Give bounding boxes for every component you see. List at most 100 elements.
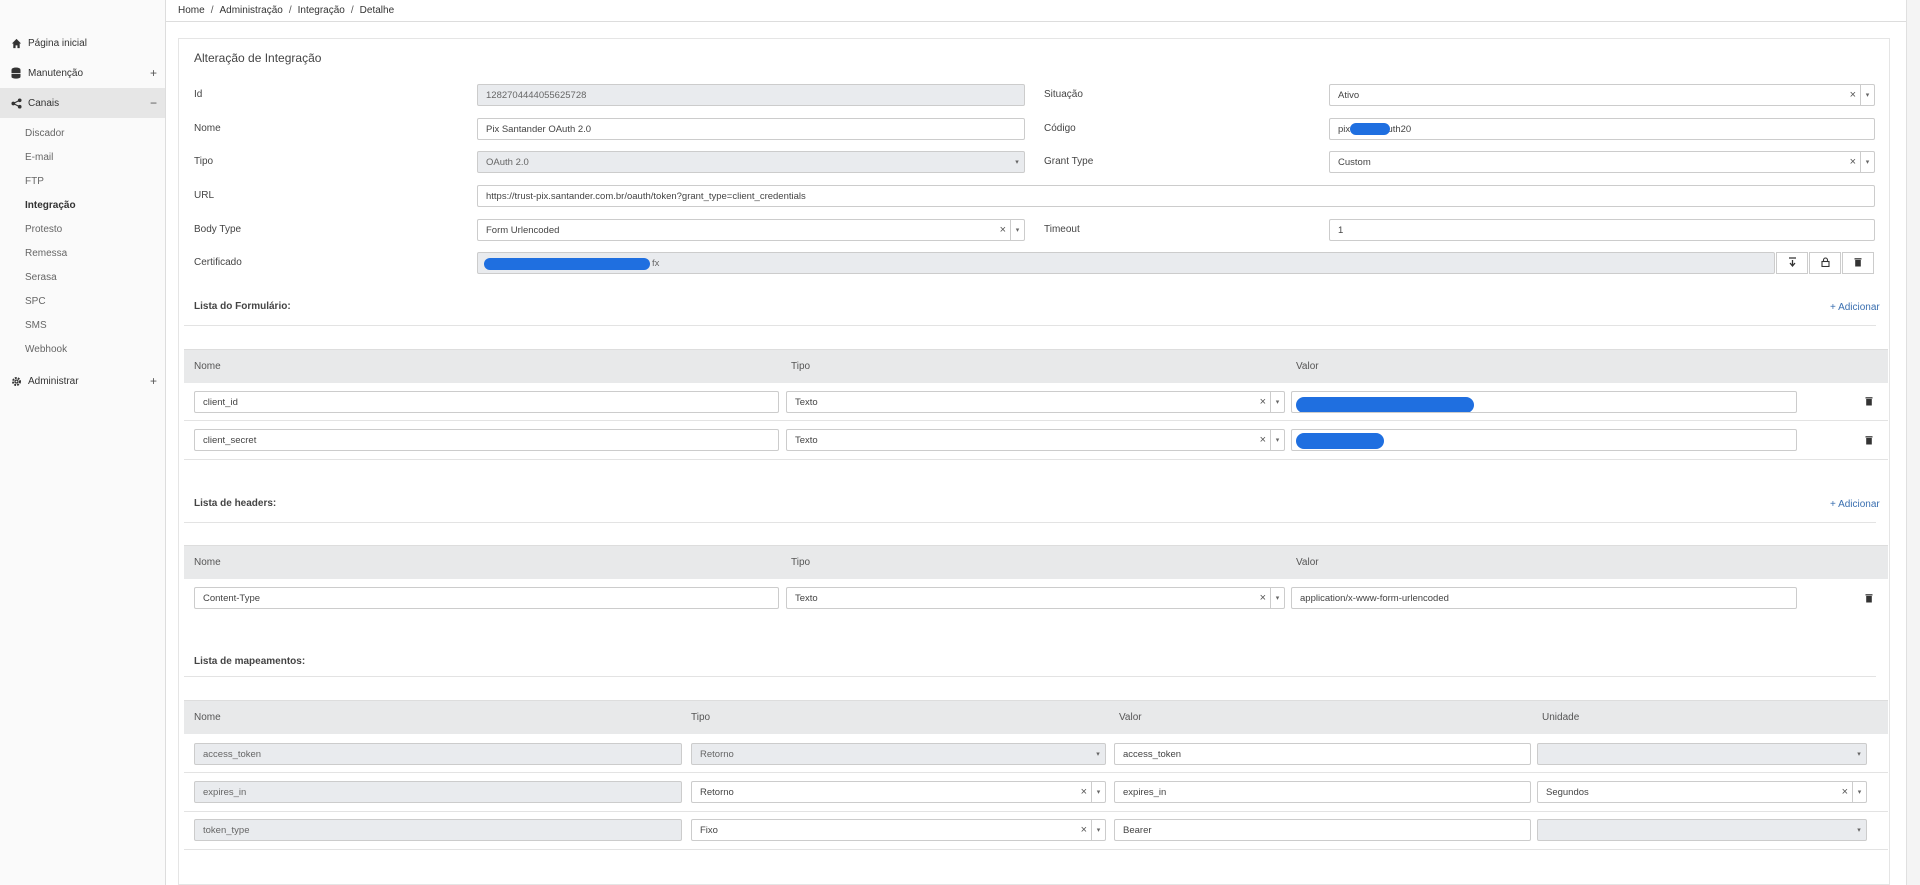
breadcrumb: Home / Administração / Integração / Deta… xyxy=(166,0,1920,22)
sidebar-item-canais[interactable]: Canais − xyxy=(0,88,165,118)
home-icon xyxy=(10,37,22,49)
header-row-1-nome-input[interactable]: Content-Type xyxy=(194,587,779,609)
sidebar-subitem-sms[interactable]: SMS xyxy=(0,314,165,338)
sidebar-subitem-integracao[interactable]: Integração xyxy=(0,194,165,218)
grant-type-select[interactable]: Custom × ▾ xyxy=(1329,151,1875,173)
mapeamento-row-2-valor-input[interactable]: expires_in xyxy=(1114,781,1531,803)
chevron-down-icon[interactable]: ▾ xyxy=(1270,430,1284,450)
sidebar-item-home[interactable]: Página inicial xyxy=(0,28,165,58)
add-header-link[interactable]: + Adicionar xyxy=(1830,499,1880,510)
column-header-valor: Valor xyxy=(1296,557,1319,568)
trash-icon[interactable] xyxy=(1865,593,1873,606)
share-icon xyxy=(10,97,22,109)
chevron-down-icon: ▾ xyxy=(1096,751,1100,758)
add-formulario-link[interactable]: + Adicionar xyxy=(1830,302,1880,313)
formulario-table-header: Nome Tipo Valor xyxy=(184,349,1888,383)
chevron-down-icon[interactable]: ▾ xyxy=(1010,220,1024,240)
sidebar-item-administrar[interactable]: Administrar + xyxy=(0,366,165,396)
mapeamento-row-3-valor-input[interactable]: Bearer xyxy=(1114,819,1531,841)
mapeamento-row-1-tipo-value: Retorno xyxy=(700,748,734,760)
situacao-select[interactable]: Ativo × ▾ xyxy=(1329,84,1875,106)
clear-icon[interactable]: × xyxy=(1842,786,1848,798)
mapeamento-row-1-unidade-select: ▾ xyxy=(1537,743,1867,765)
sidebar-item-manutencao[interactable]: Manutenção + xyxy=(0,58,165,88)
database-icon xyxy=(10,67,22,79)
clear-icon[interactable]: × xyxy=(1081,786,1087,798)
sidebar-subitem-email[interactable]: E-mail xyxy=(0,146,165,170)
clear-icon[interactable]: × xyxy=(1000,224,1006,236)
codigo-prefix: pix xyxy=(1338,123,1351,135)
formulario-row-2-tipo-select[interactable]: Texto × ▾ xyxy=(786,429,1285,451)
breadcrumb-home[interactable]: Home xyxy=(178,5,205,16)
sidebar-subitem-ftp[interactable]: FTP xyxy=(0,170,165,194)
formulario-row-2-nome-input[interactable]: client_secret xyxy=(194,429,779,451)
formulario-row-2-valor-input[interactable] xyxy=(1291,429,1797,451)
header-row-1-tipo-value: Texto xyxy=(795,592,818,604)
chevron-down-icon: ▾ xyxy=(1015,159,1019,166)
clear-icon[interactable]: × xyxy=(1850,156,1856,168)
clear-icon[interactable]: × xyxy=(1260,396,1266,408)
chevron-down-icon[interactable]: ▾ xyxy=(1860,85,1874,105)
headers-table-header: Nome Tipo Valor xyxy=(184,545,1888,579)
clear-icon[interactable]: × xyxy=(1850,89,1856,101)
mapeamento-row-1-valor-input[interactable]: access_token xyxy=(1114,743,1531,765)
trash-icon xyxy=(1854,257,1862,270)
chevron-down-icon[interactable]: ▾ xyxy=(1860,152,1874,172)
divider xyxy=(184,325,1876,326)
sidebar: Página inicial Manutenção + Canais − Dis… xyxy=(0,0,166,885)
expand-icon[interactable]: + xyxy=(150,374,157,388)
expand-icon[interactable]: + xyxy=(150,66,157,80)
breadcrumb-administracao[interactable]: Administração xyxy=(219,5,282,16)
chevron-down-icon[interactable]: ▾ xyxy=(1270,588,1284,608)
tipo-select: OAuth 2.0 ▾ xyxy=(477,151,1025,173)
formulario-section-title: Lista do Formulário: xyxy=(194,301,291,312)
breadcrumb-integracao[interactable]: Integração xyxy=(298,5,345,16)
column-header-valor: Valor xyxy=(1296,361,1319,372)
download-button[interactable] xyxy=(1776,252,1808,274)
chevron-down-icon[interactable]: ▾ xyxy=(1091,782,1105,802)
sidebar-subitem-protesto[interactable]: Protesto xyxy=(0,218,165,242)
sidebar-subitem-discador[interactable]: Discador xyxy=(0,122,165,146)
clear-icon[interactable]: × xyxy=(1081,824,1087,836)
sidebar-subitem-webhook[interactable]: Webhook xyxy=(0,338,165,362)
header-row-1-tipo-select[interactable]: Texto × ▾ xyxy=(786,587,1285,609)
sidebar-subitem-remessa[interactable]: Remessa xyxy=(0,242,165,266)
mapeamento-row-2-unidade-select[interactable]: Segundos × ▾ xyxy=(1537,781,1867,803)
codigo-input[interactable]: pix auth20 xyxy=(1329,118,1875,140)
body-type-select[interactable]: Form Urlencoded × ▾ xyxy=(477,219,1025,241)
url-input[interactable]: https://trust-pix.santander.com.br/oauth… xyxy=(477,185,1875,207)
chevron-down-icon[interactable]: ▾ xyxy=(1091,820,1105,840)
sidebar-item-label: Página inicial xyxy=(28,37,87,49)
formulario-row-1-tipo-select[interactable]: Texto × ▾ xyxy=(786,391,1285,413)
gear-icon xyxy=(10,375,22,387)
column-header-nome: Nome xyxy=(194,557,221,568)
column-header-unidade: Unidade xyxy=(1542,712,1580,723)
mapeamentos-section-title: Lista de mapeamentos: xyxy=(194,656,306,667)
redaction-mark xyxy=(484,258,650,270)
clear-icon[interactable]: × xyxy=(1260,592,1266,604)
mapeamento-row-2-unidade-value: Segundos xyxy=(1546,786,1589,798)
formulario-row-1-nome-input[interactable]: client_id xyxy=(194,391,779,413)
mapeamento-row-3-tipo-select[interactable]: Fixo × ▾ xyxy=(691,819,1106,841)
timeout-input[interactable]: 1 xyxy=(1329,219,1875,241)
chevron-down-icon[interactable]: ▾ xyxy=(1852,782,1866,802)
header-row-1-valor-input[interactable]: application/x-www-form-urlencoded xyxy=(1291,587,1797,609)
collapse-icon[interactable]: − xyxy=(150,96,157,110)
grant-type-value: Custom xyxy=(1338,156,1371,168)
unlock-button[interactable] xyxy=(1809,252,1841,274)
chevron-down-icon: ▾ xyxy=(1857,751,1861,758)
sidebar-subitem-serasa[interactable]: Serasa xyxy=(0,266,165,290)
mapeamento-row-3-nome-field: token_type xyxy=(194,819,682,841)
formulario-row-1-valor-input[interactable] xyxy=(1291,391,1797,413)
clear-icon[interactable]: × xyxy=(1260,434,1266,446)
chevron-down-icon[interactable]: ▾ xyxy=(1270,392,1284,412)
nome-input[interactable]: Pix Santander OAuth 2.0 xyxy=(477,118,1025,140)
codigo-label: Código xyxy=(1044,123,1076,134)
trash-icon[interactable] xyxy=(1865,435,1873,448)
trash-icon[interactable] xyxy=(1865,396,1873,409)
sidebar-subitem-spc[interactable]: SPC xyxy=(0,290,165,314)
mapeamento-row-2-tipo-select[interactable]: Retorno × ▾ xyxy=(691,781,1106,803)
delete-certificate-button[interactable] xyxy=(1842,252,1874,274)
page-scrollbar[interactable] xyxy=(1906,0,1920,885)
page-title: Alteração de Integração xyxy=(194,51,322,65)
